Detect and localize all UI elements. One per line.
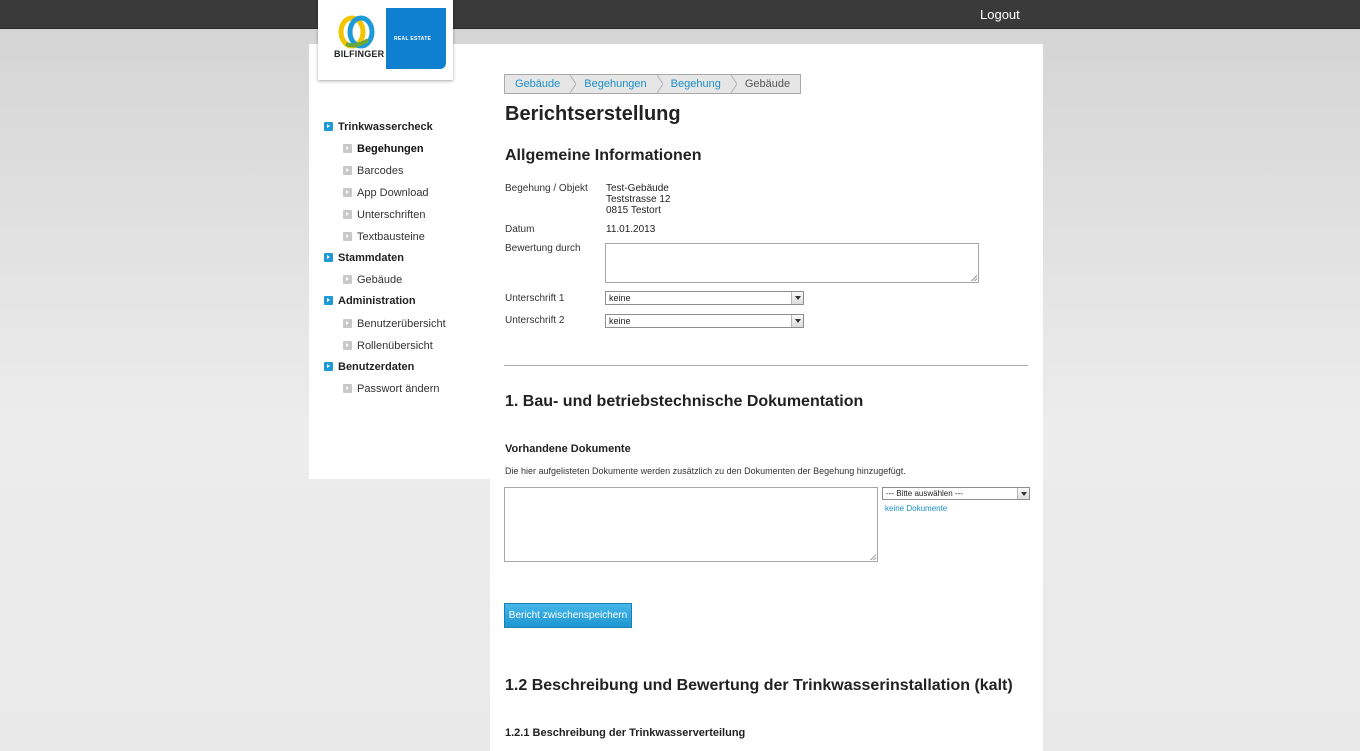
nav-item-barcodes[interactable]: Barcodes [357,165,403,177]
nav-section-administration[interactable]: Administration [338,295,416,307]
signature-1-label: Unterschrift 1 [505,293,565,304]
rating-textarea[interactable] [605,243,979,283]
breadcrumb-label: Gebäude [744,78,791,90]
nav-item-textbausteine[interactable]: Textbausteine [357,231,425,243]
item-bullet-icon [343,319,352,328]
company-logo[interactable]: BILFINGER REAL ESTATE [318,0,453,80]
signature-1-value: keine [609,293,631,303]
nav-item-app-download[interactable]: App Download [357,187,429,199]
breadcrumb-item-begehung[interactable]: Begehung [661,75,737,93]
section-heading-installation: 1.2 Beschreibung und Bewertung der Trink… [505,677,1013,694]
logo-division-block: REAL ESTATE [386,8,446,69]
breadcrumb: Gebäude Begehungen Begehung Gebäude [504,74,802,94]
breadcrumb-label: Begehung [670,78,721,90]
documents-note: Die hier aufgelisteten Dokumente werden … [505,466,906,476]
section-bullet-icon [324,122,333,131]
section-bullet-icon [324,296,333,305]
item-bullet-icon [343,341,352,350]
nav-item-unterschriften[interactable]: Unterschriften [357,209,425,221]
item-bullet-icon [343,384,352,393]
date-value: 11.01.2013 [606,224,656,235]
nav-section-trinkwassercheck[interactable]: Trinkwassercheck [338,121,433,133]
save-draft-button[interactable]: Bericht zwischenspeichern [504,603,632,628]
bilfinger-logo-icon [338,15,375,49]
logout-link[interactable]: Logout [980,7,1020,22]
nav-item-gebaeude[interactable]: Gebäude [357,274,402,286]
section-bullet-icon [324,362,333,371]
resize-grip-icon[interactable] [870,554,876,560]
rating-label: Bewertung durch [505,243,581,254]
breadcrumb-item-gebaeude[interactable]: Gebäude [505,75,577,93]
item-bullet-icon [343,275,352,284]
nav-section-benutzerdaten[interactable]: Benutzerdaten [338,361,414,373]
chevron-down-icon [791,292,803,304]
item-bullet-icon [343,232,352,241]
documents-select-value: --- Bitte auswählen --- [886,489,963,498]
divider [504,365,1028,366]
nav-item-begehungen[interactable]: Begehungen [357,143,424,155]
no-documents-link[interactable]: keine Dokumente [885,504,947,513]
logo-brand-text: BILFINGER [334,49,385,59]
signature-2-value: keine [609,316,631,326]
documents-textarea[interactable] [504,487,878,562]
object-line-2: Teststrasse 12 [606,194,671,205]
resize-grip-icon[interactable] [971,275,977,281]
subsection-heading-distribution: 1.2.1 Beschreibung der Trinkwasservertei… [505,727,746,739]
signature-2-select[interactable]: keine [605,314,804,328]
date-label: Datum [505,224,535,235]
item-bullet-icon [343,188,352,197]
breadcrumb-item-begehungen[interactable]: Begehungen [574,75,663,93]
item-bullet-icon [343,144,352,153]
logo-division-text: REAL ESTATE [394,36,432,42]
top-bar: Logout [0,0,1360,29]
section-bullet-icon [324,253,333,262]
chevron-down-icon [1017,488,1029,499]
section-heading-documentation: 1. Bau- und betriebstechnische Dokumenta… [505,393,864,410]
breadcrumb-label: Begehungen [584,78,647,90]
object-label: Begehung / Objekt [505,183,588,194]
signature-2-label: Unterschrift 2 [505,315,565,326]
chevron-down-icon [791,315,803,327]
object-line-3: 0815 Testort [606,205,661,216]
signature-1-select[interactable]: keine [605,291,804,305]
section-heading-general: Allgemeine Informationen [505,147,702,164]
breadcrumb-label: Gebäude [515,78,561,90]
nav-item-passwort-aendern[interactable]: Passwort ändern [357,383,440,395]
nav-section-stammdaten[interactable]: Stammdaten [338,252,404,264]
documents-select[interactable]: --- Bitte auswählen --- [882,487,1030,500]
documents-heading: Vorhandene Dokumente [505,443,631,455]
page-title: Berichtserstellung [505,103,681,125]
breadcrumb-item-current: Gebäude [735,75,800,93]
item-bullet-icon [343,210,352,219]
nav-item-benutzeruebersicht[interactable]: Benutzerübersicht [357,318,446,330]
item-bullet-icon [343,166,352,175]
nav-item-rollenuebersicht[interactable]: Rollenübersicht [357,340,433,352]
object-line-1: Test-Gebäude [606,183,669,194]
